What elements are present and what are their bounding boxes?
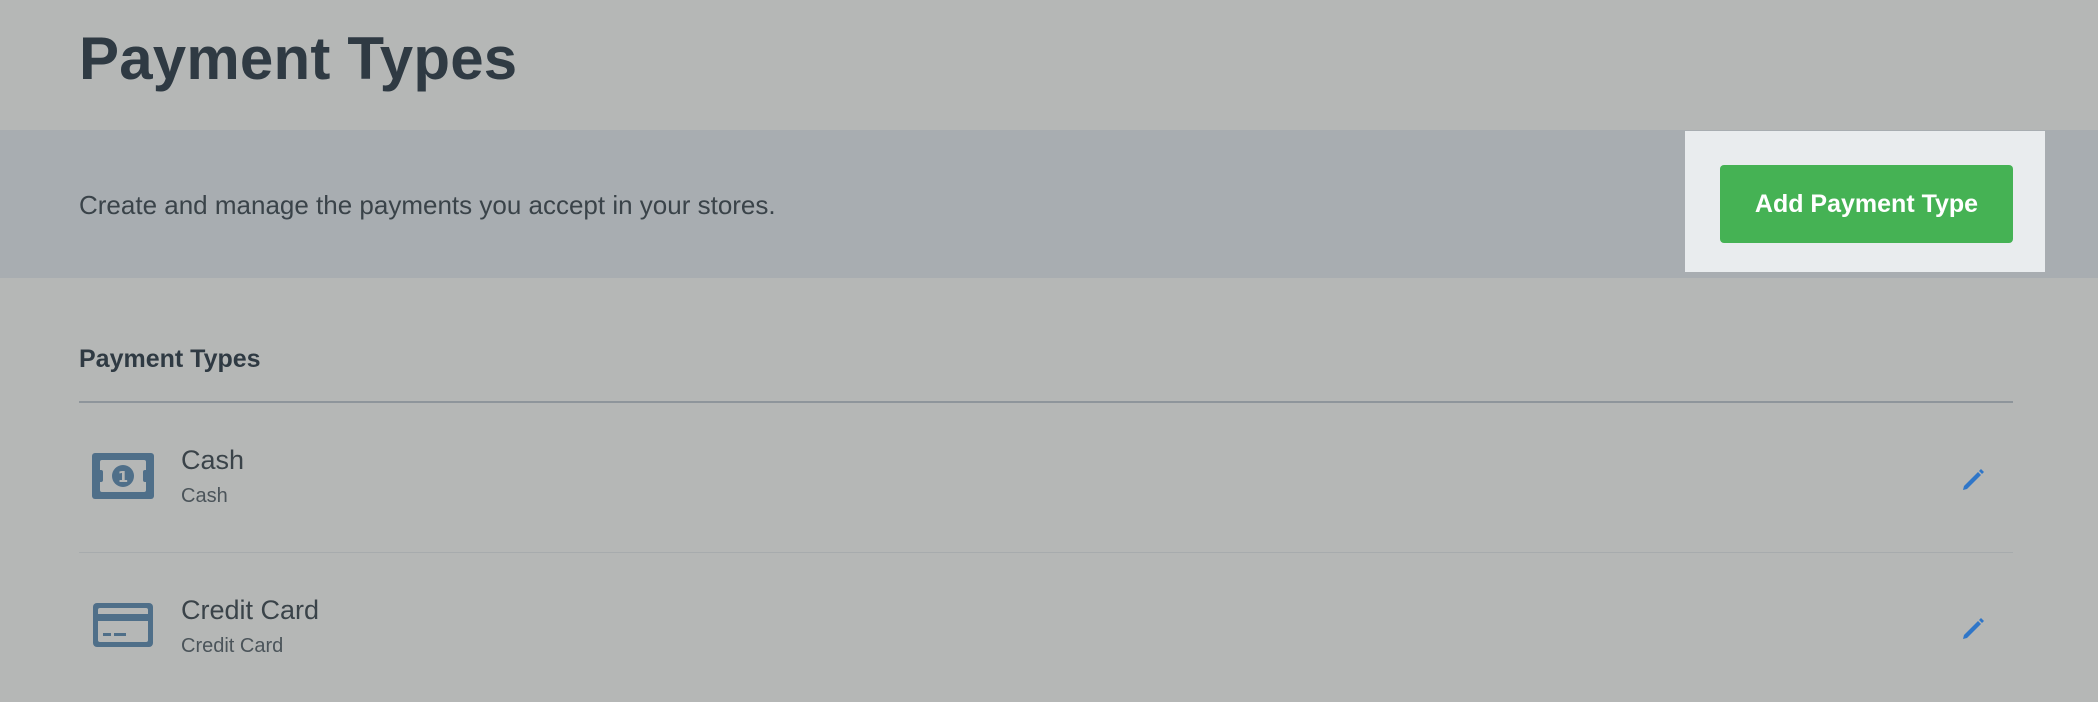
payment-type-subtitle: Credit Card (181, 635, 284, 657)
edit-icon[interactable] (1959, 464, 1989, 494)
payment-type-row[interactable]: Credit Card Credit Card (79, 553, 2013, 702)
credit-card-icon (91, 601, 155, 649)
edit-icon[interactable] (1959, 613, 1989, 643)
add-payment-type-button[interactable]: Add Payment Type (1720, 165, 2013, 243)
svg-text:1: 1 (118, 468, 128, 486)
payment-type-row[interactable]: 1 Cash Cash (79, 403, 2013, 552)
banner-description: Create and manage the payments you accep… (79, 190, 776, 220)
payment-type-subtitle: Cash (181, 485, 228, 507)
payment-type-name: Credit Card (181, 595, 320, 625)
cash-icon: 1 (91, 452, 155, 500)
page-title: Payment Types (79, 25, 518, 92)
section-title: Payment Types (79, 345, 261, 373)
payment-type-name: Cash (181, 445, 245, 475)
